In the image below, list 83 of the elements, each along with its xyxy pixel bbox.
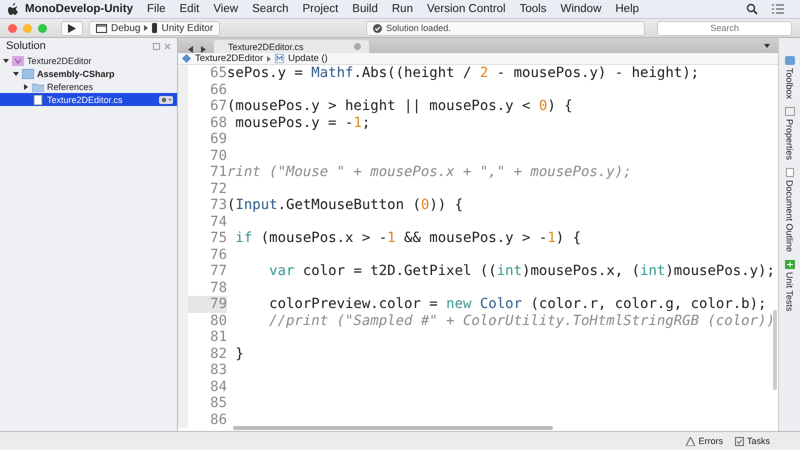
search-icon[interactable] <box>746 3 758 15</box>
status-bar-button[interactable]: Errors <box>686 436 723 446</box>
check-circle-icon <box>373 24 382 32</box>
forward-arrow-icon[interactable] <box>201 46 206 53</box>
pad-title: Solution <box>6 40 47 52</box>
gear-menu-icon[interactable] <box>159 96 173 104</box>
line-number: 76 <box>178 246 227 263</box>
menu-item[interactable]: Run <box>384 3 420 15</box>
menu-item[interactable]: Project <box>296 3 346 15</box>
line-number: 84 <box>178 378 227 395</box>
menu-item[interactable]: View <box>206 3 246 15</box>
line-number: 75 <box>178 230 227 246</box>
code-line: rint ("Mouse " + mousePos.x + "," + mousePos.y); <box>227 164 632 180</box>
tree-item[interactable]: References <box>0 80 177 93</box>
line-number: 82 <box>178 346 227 362</box>
app-name[interactable]: MonoDevelop-Unity <box>18 3 140 15</box>
code-line: sePos.y = Mathf.Abs((height / 2 - mousePos.y) - height); <box>227 65 700 82</box>
line-number: 67 <box>178 98 227 114</box>
vertical-scrollbar[interactable] <box>773 310 777 390</box>
code-line: if (mousePos.x > -1 && mousePos.y > -1) { <box>234 230 582 246</box>
tree-item[interactable]: Assembly-CSharp <box>0 67 177 80</box>
line-number: 80 <box>178 312 227 329</box>
collapsed-triangle-icon[interactable] <box>22 84 28 90</box>
menu-item[interactable]: Version Control <box>420 3 513 15</box>
side-pad-tab[interactable]: Document Outline <box>784 180 794 252</box>
line-number: 72 <box>178 180 227 197</box>
horizontal-scrollbar[interactable] <box>233 426 553 430</box>
tree-item[interactable]: Texture2DEditor <box>0 54 177 67</box>
search-field[interactable]: Search <box>657 20 792 36</box>
play-icon <box>68 24 76 32</box>
list-icon[interactable] <box>772 4 784 14</box>
line-number: 74 <box>178 214 227 230</box>
side-pad-tab[interactable]: Properties <box>784 119 794 160</box>
line-number: 85 <box>178 395 227 412</box>
line-number: 70 <box>178 148 227 164</box>
device-icon <box>152 23 158 33</box>
code-line: mousePos.y = -1; <box>234 114 370 131</box>
menu-item[interactable]: Build <box>345 3 385 15</box>
tree-item[interactable]: Texture2DEditor.cs <box>0 93 177 106</box>
line-number: 69 <box>178 131 227 148</box>
close-button[interactable] <box>8 24 17 32</box>
menu-item[interactable]: Window <box>553 3 608 15</box>
checkbox-icon <box>734 436 744 446</box>
line-number: 79 <box>178 296 227 312</box>
side-pad-tab[interactable]: Unit Tests <box>784 272 794 312</box>
window-icon <box>96 24 107 32</box>
warning-icon <box>686 436 696 446</box>
menu-item[interactable]: Search <box>245 3 296 15</box>
line-number: 71 <box>178 164 227 180</box>
line-number: 77 <box>178 263 227 280</box>
menu-item[interactable]: Tools <box>512 3 554 15</box>
status-bar-button[interactable]: Tasks <box>734 436 770 446</box>
code-line: //print ("Sampled #" + ColorUtility.ToHtmlStringRGB (color)) <box>268 312 775 329</box>
code-line: colorPreview.color = new Color (color.r, color.g, color.b); <box>268 296 766 312</box>
breadcrumb-item[interactable]: Texture2DEditor <box>195 53 264 64</box>
line-number: 83 <box>178 362 227 378</box>
code-line: } <box>234 346 244 362</box>
code-line: var color = t2D.GetPixel ((int)mousePos.x, (int)mousePos.y); <box>268 263 775 280</box>
editor-tab[interactable]: Texture2DEditor.cs <box>214 40 369 53</box>
menu-item[interactable]: File <box>140 3 173 15</box>
line-number: 73 <box>178 197 227 214</box>
line-number: 65 <box>178 65 227 82</box>
code-line: (Input.GetMouseButton (0)) { <box>227 197 464 214</box>
document-icon <box>784 168 794 178</box>
dropdown-icon[interactable] <box>764 44 770 48</box>
expanded-triangle-icon[interactable] <box>2 58 8 64</box>
chevron-icon <box>144 25 148 31</box>
menu-item[interactable]: Edit <box>172 3 206 15</box>
run-button[interactable] <box>61 20 83 36</box>
menu-item[interactable]: Help <box>608 3 646 15</box>
line-number: 81 <box>178 329 227 346</box>
code-line: (mousePos.y > height || mousePos.y < 0) { <box>227 98 573 114</box>
line-number: 68 <box>178 114 227 131</box>
expanded-triangle-icon[interactable] <box>12 70 18 76</box>
status-display: Solution loaded. <box>366 20 646 36</box>
apple-icon <box>8 3 18 15</box>
line-number: 66 <box>178 82 227 98</box>
breadcrumb-item[interactable]: Update () <box>288 53 328 64</box>
file-icon <box>32 94 44 104</box>
configuration-selector[interactable]: Debug Unity Editor <box>89 20 220 36</box>
chevron-icon <box>267 56 272 62</box>
side-pad-tab[interactable]: Toolbox <box>784 68 794 100</box>
back-arrow-icon[interactable] <box>188 46 193 53</box>
